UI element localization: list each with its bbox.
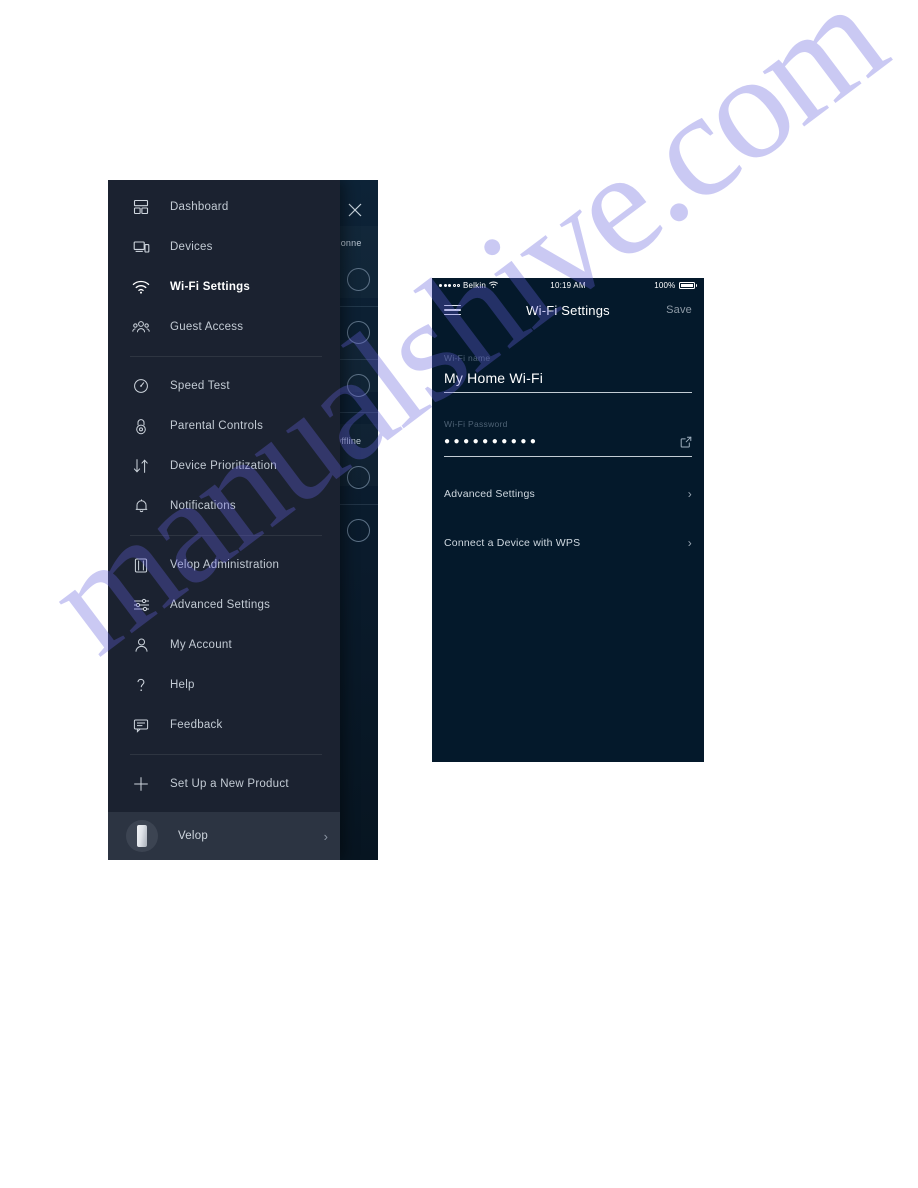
lock-icon xyxy=(130,415,152,437)
dashboard-icon xyxy=(130,196,152,218)
navigation-drawer: Dashboard Devices Wi-Fi Settings Guest A… xyxy=(108,180,340,860)
sidebar-item-label: Velop Administration xyxy=(170,559,280,571)
sidebar-item-my-account[interactable]: My Account xyxy=(108,625,340,665)
sidebar-item-label: Devices xyxy=(170,241,213,253)
sidebar-item-set-up-a-new-product[interactable]: Set Up a New Product xyxy=(108,764,340,804)
wifi-name-label: Wi-Fi name xyxy=(444,353,491,363)
status-bar: Belkin 10:19 AM 100% xyxy=(432,278,704,293)
plus-icon xyxy=(130,773,152,795)
devices-icon xyxy=(130,236,152,258)
close-icon[interactable] xyxy=(345,200,365,220)
sidebar-item-speed-test[interactable]: Speed Test xyxy=(108,366,340,406)
row-label: Connect a Device with WPS xyxy=(444,536,581,549)
sidebar-item-label: Wi-Fi Settings xyxy=(170,281,251,293)
nav-bar: Wi-Fi Settings Save xyxy=(432,293,704,327)
battery-cap xyxy=(695,284,697,287)
bg-node-circle xyxy=(347,374,370,397)
sidebar-item-help[interactable]: Help xyxy=(108,665,340,705)
wifi-name-field[interactable]: Wi-Fi name My Home Wi-Fi xyxy=(444,327,692,393)
sidebar-item-wifi-settings[interactable]: Wi-Fi Settings xyxy=(108,267,340,307)
chevron-right-icon: › xyxy=(687,535,692,550)
sidebar-item-label: Set Up a New Product xyxy=(170,778,289,790)
phone-screenshot: Belkin 10:19 AM 100% Wi-Fi Settings Save… xyxy=(432,278,704,762)
sidebar-item-guest-access[interactable]: Guest Access xyxy=(108,307,340,347)
chevron-right-icon: › xyxy=(323,828,328,844)
sidebar-item-device-prioritization[interactable]: Device Prioritization xyxy=(108,446,340,486)
page-title: Wi-Fi Settings xyxy=(526,302,610,318)
settings-form: Wi-Fi name My Home Wi-Fi Wi-Fi Password … xyxy=(432,327,704,567)
sidebar-item-label: Notifications xyxy=(170,500,236,512)
bell-icon xyxy=(130,495,152,517)
sidebar-item-label: My Account xyxy=(170,639,232,651)
sidebar-item-advanced-settings[interactable]: Advanced Settings xyxy=(108,585,340,625)
share-external-link-icon[interactable] xyxy=(680,436,692,456)
bg-node-circle xyxy=(347,321,370,344)
bg-node-circle xyxy=(347,268,370,291)
wifi-icon xyxy=(130,276,152,298)
menu-divider xyxy=(130,754,322,755)
chevron-right-icon: › xyxy=(687,486,692,501)
sidebar-item-label: Dashboard xyxy=(170,201,229,213)
sliders-icon xyxy=(130,594,152,616)
sidebar-item-label: Device Prioritization xyxy=(170,460,277,472)
menu-divider xyxy=(130,535,322,536)
sidebar-item-devices[interactable]: Devices xyxy=(108,227,340,267)
row-label: Advanced Settings xyxy=(444,487,535,500)
drawer-footer-velop[interactable]: Velop › xyxy=(108,812,340,860)
sidebar-item-velop-administration[interactable]: Velop Administration xyxy=(108,545,340,585)
speedometer-icon xyxy=(130,375,152,397)
wifi-password-label: Wi-Fi Password xyxy=(444,419,508,429)
menu-list: Dashboard Devices Wi-Fi Settings Guest A… xyxy=(108,180,340,804)
menu-divider xyxy=(130,356,322,357)
sidebar-item-parental-controls[interactable]: Parental Controls xyxy=(108,406,340,446)
sidebar-item-feedback[interactable]: Feedback xyxy=(108,705,340,745)
sidebar-item-notifications[interactable]: Notifications xyxy=(108,486,340,526)
sidebar-item-label: Speed Test xyxy=(170,380,230,392)
velop-node-icon xyxy=(126,820,158,852)
row-advanced-settings[interactable]: Advanced Settings › xyxy=(444,469,692,518)
velop-node-icon xyxy=(130,554,152,576)
up-down-arrows-icon xyxy=(130,455,152,477)
wifi-name-input[interactable]: My Home Wi-Fi xyxy=(444,363,692,392)
sidebar-item-label: Advanced Settings xyxy=(170,599,271,611)
bg-node-circle xyxy=(347,466,370,489)
battery-full-icon xyxy=(678,282,695,289)
page-root: Conne Offline Dashboard Devices Wi-Fi Se… xyxy=(0,0,918,1188)
speech-bubble-icon xyxy=(130,714,152,736)
sidebar-item-label: Guest Access xyxy=(170,321,244,333)
drawer-screenshot: Conne Offline Dashboard Devices Wi-Fi Se… xyxy=(108,180,378,860)
sidebar-item-label: Feedback xyxy=(170,719,223,731)
sidebar-item-label: Parental Controls xyxy=(170,420,264,432)
save-button[interactable]: Save xyxy=(666,304,692,316)
battery-percent-label: 100% xyxy=(654,281,676,290)
question-mark-icon xyxy=(130,674,152,696)
guest-access-icon xyxy=(130,316,152,338)
sidebar-item-label: Help xyxy=(170,679,195,691)
wifi-password-input[interactable]: ●●●●●●●●●● xyxy=(444,429,680,456)
bg-node-circle xyxy=(347,519,370,542)
person-icon xyxy=(130,634,152,656)
row-connect-device-wps[interactable]: Connect a Device with WPS › xyxy=(444,518,692,567)
velop-name-label: Velop xyxy=(178,830,209,842)
wifi-password-field[interactable]: Wi-Fi Password ●●●●●●●●●● xyxy=(444,393,692,457)
sidebar-item-dashboard[interactable]: Dashboard xyxy=(108,187,340,227)
